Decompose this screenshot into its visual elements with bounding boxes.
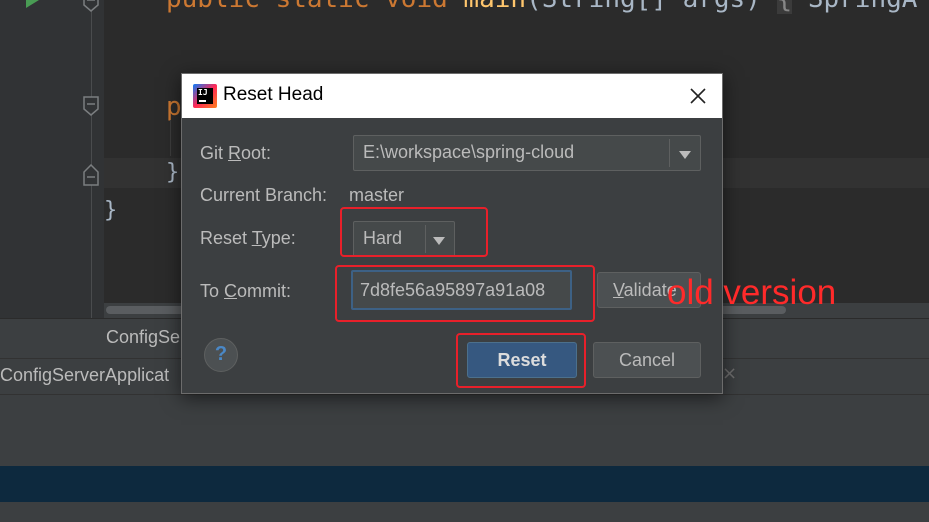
current-branch-label: Current Branch: <box>200 185 328 205</box>
reset-type-value: Hard <box>363 228 403 248</box>
bottom-strip <box>0 502 929 522</box>
status-bar <box>0 466 929 502</box>
gutter-fold-line <box>91 0 92 318</box>
code-fold-brace[interactable]: { <box>776 0 793 14</box>
cancel-button[interactable]: Cancel <box>593 342 701 378</box>
code-rest: SpringA <box>808 0 918 14</box>
close-tab-icon[interactable]: × <box>722 363 737 384</box>
dialog-title: Reset Head <box>223 84 324 105</box>
commit-hash-field[interactable] <box>351 270 572 310</box>
code-args: (String[] args) <box>526 0 761 14</box>
indent-guide <box>170 120 171 156</box>
help-button[interactable]: ? <box>204 338 238 372</box>
dialog-titlebar[interactable]: IJ Reset Head <box>182 74 722 118</box>
console-panel <box>0 394 929 467</box>
git-root-value: E:\workspace\spring-cloud <box>363 142 575 162</box>
close-icon[interactable] <box>684 82 712 110</box>
code-line-4: } <box>104 198 118 223</box>
chevron-down-icon <box>679 151 691 159</box>
current-branch-value: master <box>349 185 405 205</box>
commit-hash-input[interactable] <box>353 272 570 308</box>
help-icon: ? <box>214 343 228 365</box>
git-root-label: Git Root: <box>200 143 272 163</box>
code-line-3: } <box>166 160 180 185</box>
reset-type-label: Reset Type: <box>200 228 296 248</box>
code-keywords: public static void <box>166 0 448 14</box>
reset-type-select[interactable]: Hard <box>353 221 455 257</box>
editor-gutter <box>0 0 104 318</box>
fold-end-icon[interactable] <box>83 164 99 186</box>
reset-button[interactable]: Reset <box>467 342 577 378</box>
code-function-name: main <box>463 0 526 14</box>
tab-config-server[interactable]: ConfigSer <box>106 327 186 348</box>
reset-head-dialog: IJ Reset Head Git Root: E:\workspace\spr… <box>181 73 723 394</box>
run-gutter-icon[interactable] <box>26 0 39 8</box>
code-line-2: p <box>166 92 182 122</box>
intellij-logo-icon: IJ <box>193 84 217 108</box>
code-line-main: public static void main(String[] args) {… <box>166 0 917 14</box>
run-config-tab[interactable]: ConfigServerApplicat <box>0 365 169 386</box>
to-commit-label: To Commit: <box>200 281 292 301</box>
git-root-select[interactable]: E:\workspace\spring-cloud <box>353 135 701 171</box>
annotation-label: old version <box>667 273 837 312</box>
fold-marker-icon[interactable] <box>83 0 99 12</box>
fold-collapse-icon[interactable] <box>83 96 99 116</box>
chevron-down-icon <box>433 237 445 245</box>
